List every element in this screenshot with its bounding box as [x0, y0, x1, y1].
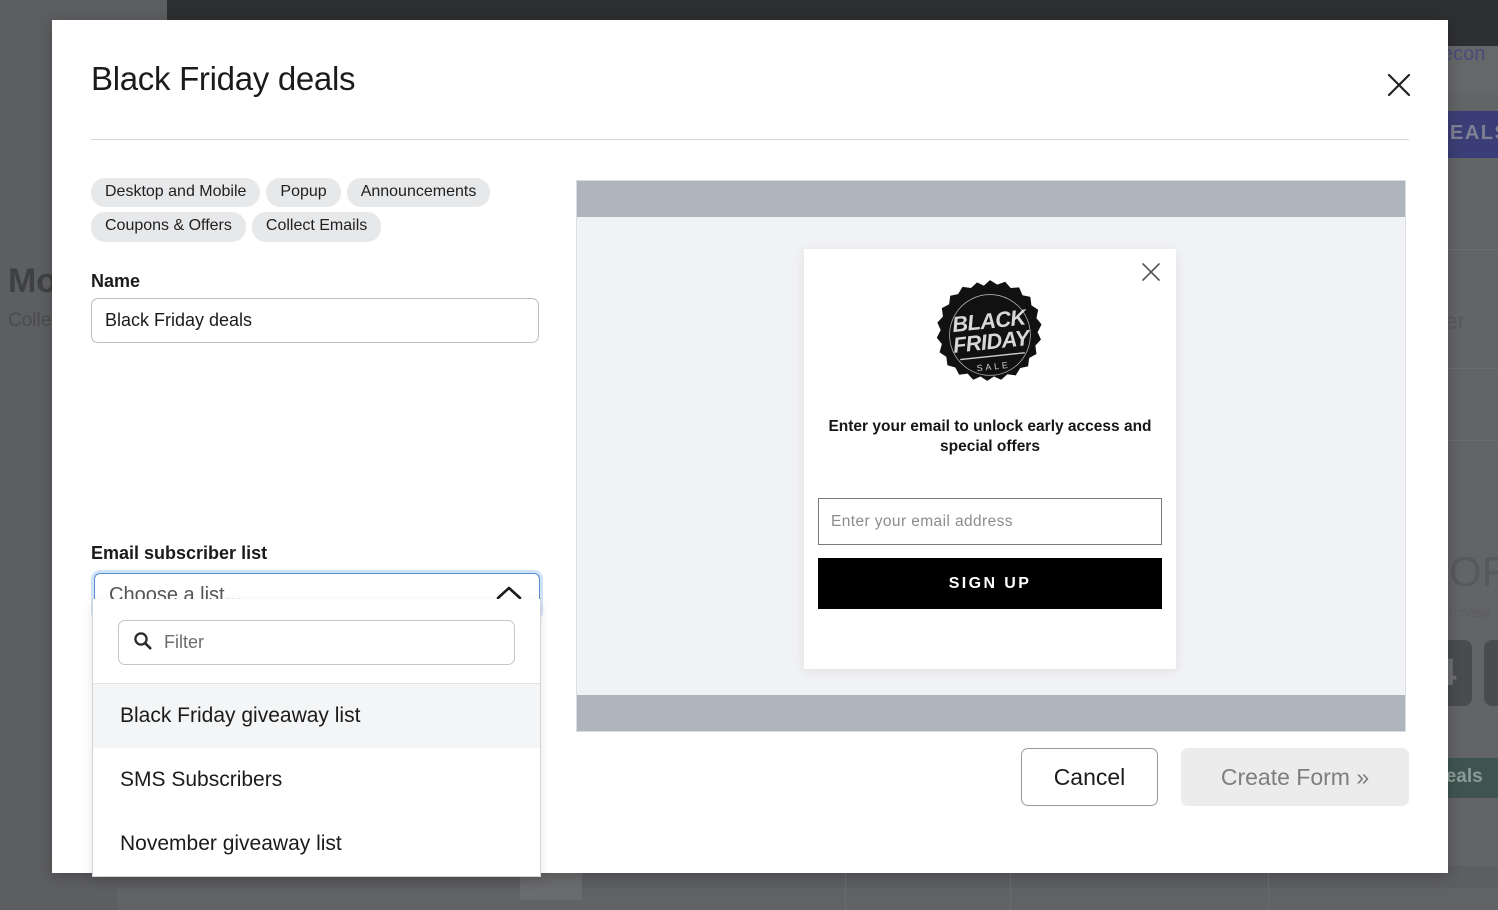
tag-announcements[interactable]: Announcements — [346, 178, 491, 208]
tag-popup[interactable]: Popup — [266, 178, 341, 208]
background-divider — [1268, 870, 1269, 910]
tag-collect-emails[interactable]: Collect Emails — [251, 212, 382, 242]
popup-signup-button[interactable]: SIGN UP — [818, 558, 1162, 609]
filter-input-wrapper[interactable]: Filter — [118, 620, 515, 665]
badge-glyph: BLACK FRIDAY SALE — [936, 280, 1042, 381]
popup-email-placeholder: Enter your email address — [831, 512, 1013, 530]
background-countdown-label: s — [1494, 712, 1498, 726]
preview-top-bar — [577, 181, 1405, 217]
close-icon-glyph — [1387, 73, 1411, 97]
background-subheading: Colle — [8, 310, 52, 331]
popup-preview-card: BLACK FRIDAY SALE Enter your email to un… — [804, 249, 1176, 669]
background-top-bar-left — [0, 0, 167, 20]
email-subscriber-list-group: Email subscriber list Choose a list... F… — [91, 543, 543, 877]
tag-desktop-and-mobile[interactable]: Desktop and Mobile — [91, 178, 261, 208]
black-friday-sale-badge-icon: BLACK FRIDAY SALE — [934, 279, 1046, 391]
dropdown-option-label: Black Friday giveaway list — [120, 704, 361, 727]
tag-list: Desktop and Mobile Popup Announcements C… — [91, 178, 521, 242]
search-icon — [133, 631, 152, 655]
email-subscriber-list-label: Email subscriber list — [91, 543, 268, 563]
dropdown-option-label: SMS Subscribers — [120, 768, 283, 791]
background-heading: Mo — [8, 262, 57, 300]
tag-coupons-and-offers[interactable]: Coupons & Offers — [91, 212, 246, 242]
dropdown-option-black-friday-giveaway-list[interactable]: Black Friday giveaway list — [93, 684, 540, 748]
dropdown-option-november-giveaway-list[interactable]: November giveaway list — [93, 812, 540, 876]
name-field-group: Name — [91, 271, 543, 343]
background-divider — [1010, 870, 1011, 910]
preview-bottom-bar — [577, 695, 1405, 731]
email-subscriber-list-dropdown: Filter Black Friday giveaway list SMS Su… — [92, 599, 541, 877]
popup-headline: Enter your email to unlock early access … — [828, 418, 1152, 456]
cancel-button[interactable]: Cancel — [1021, 748, 1158, 806]
close-icon[interactable] — [1378, 64, 1420, 106]
filter-input-placeholder: Filter — [164, 632, 204, 652]
popup-email-input[interactable]: Enter your email address — [818, 498, 1162, 545]
modal-header-divider — [91, 139, 1409, 140]
background-bottom-strip — [117, 888, 1498, 910]
modal-title: Black Friday deals — [91, 60, 356, 97]
background-countdown-digit: 6 — [1484, 640, 1498, 706]
background-divider — [845, 870, 846, 910]
popup-close-icon[interactable] — [1138, 259, 1164, 285]
search-icon-glyph — [134, 631, 152, 650]
name-field-label: Name — [91, 270, 141, 291]
dropdown-option-sms-subscribers[interactable]: SMS Subscribers — [93, 748, 540, 812]
create-form-modal: Black Friday deals Desktop and Mobile Po… — [52, 20, 1448, 877]
background-banner-text: EALS — [1450, 122, 1498, 144]
form-preview-panel: BLACK FRIDAY SALE Enter your email to un… — [576, 180, 1406, 732]
dropdown-option-label: November giveaway list — [120, 832, 342, 855]
dropdown-filter-area: Filter — [93, 599, 540, 684]
popup-close-icon-glyph — [1142, 263, 1160, 281]
name-input[interactable] — [91, 297, 539, 343]
create-form-button[interactable]: Create Form » — [1181, 748, 1409, 806]
modal-left-column: Desktop and Mobile Popup Announcements C… — [91, 178, 543, 343]
